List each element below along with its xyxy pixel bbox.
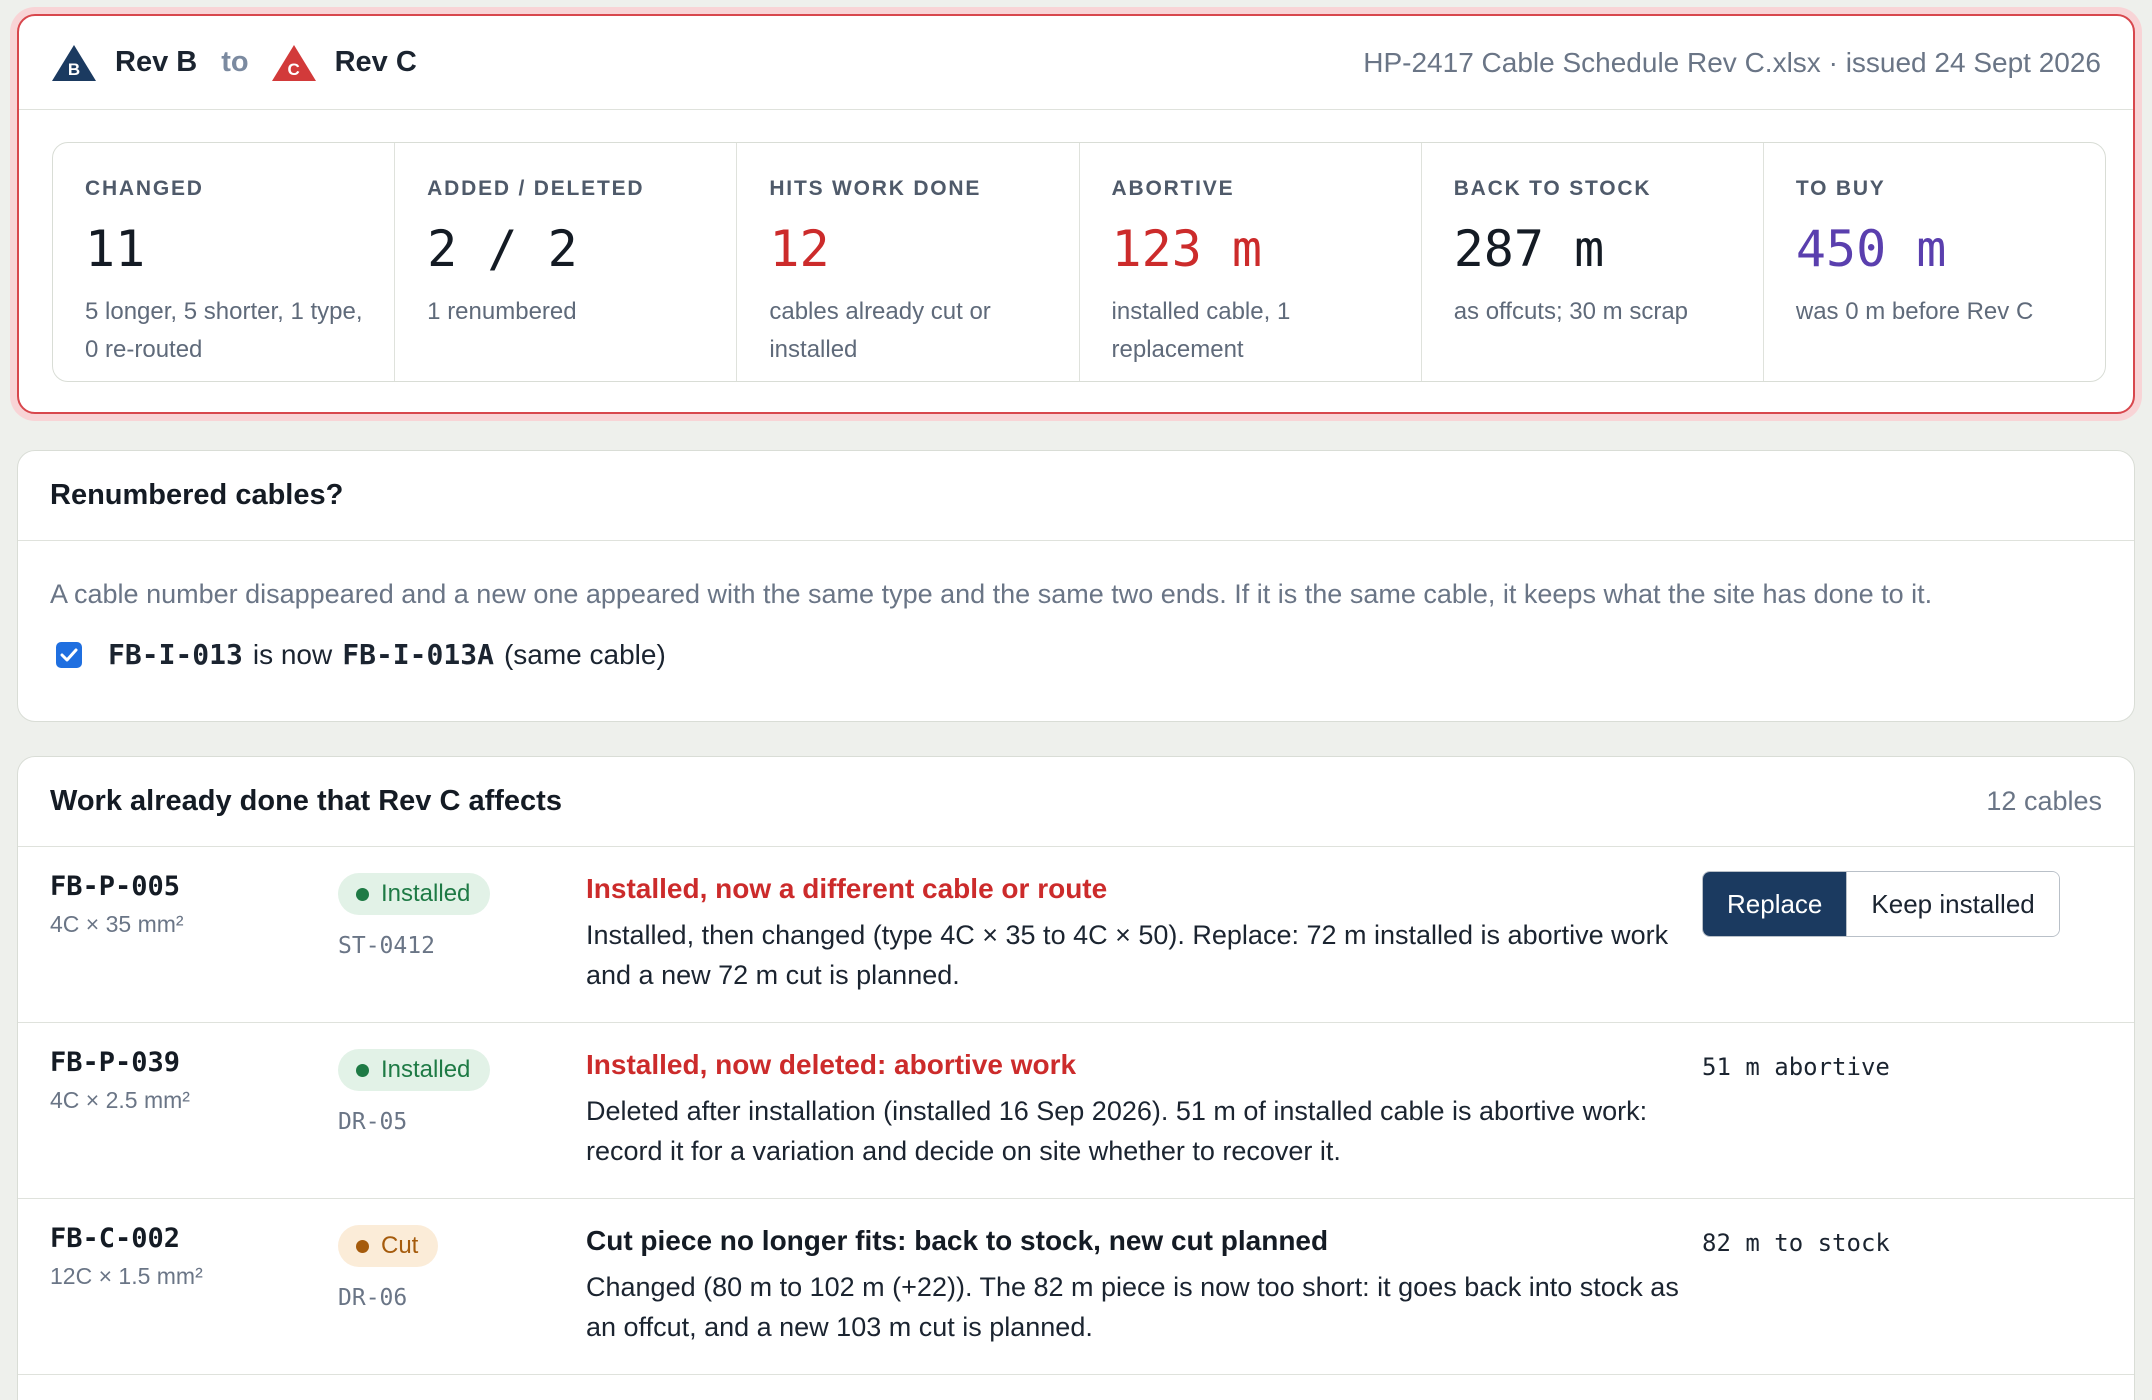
to-word: to (221, 46, 249, 78)
stat-value: 12 (769, 220, 830, 278)
keep-installed-button[interactable]: Keep installed (1846, 872, 2059, 936)
table-row: FB-C-002 12C × 1.5 mm² Cut DR-06 Cut pie… (18, 1199, 2134, 1375)
issue-title: Installed, now deleted: abortive work (586, 1049, 1077, 1080)
renumbered-description: A cable number disappeared and a new one… (50, 579, 1933, 609)
status-dot-icon (356, 1063, 369, 1077)
to-revision-label: Rev C (334, 46, 417, 78)
replace-button[interactable]: Replace (1703, 872, 1847, 936)
stat-label: Hits work done (769, 177, 982, 200)
stat-value: 2 / 2 (427, 220, 578, 278)
renumber-suffix: (same cable) (503, 638, 666, 670)
old-cable-id: FB-I-013 (108, 638, 243, 671)
stat-label: Added / Deleted (427, 177, 645, 200)
renumbered-title: Renumbered cables? (50, 479, 344, 511)
revision-header: B Rev B to C Rev C HP-2417 Cable Schedul… (19, 16, 2133, 110)
issue-description: Deleted after installation (installed 16… (586, 1096, 1648, 1166)
stat-label: To buy (1795, 177, 1886, 200)
abortive-length: 51 m abortive (1702, 1053, 1890, 1081)
table-row: FB-P-005 4C × 35 mm² Installed ST-0412 I… (18, 847, 2134, 1023)
cable-id: FB-P-039 (50, 1047, 181, 1078)
stat-value: 123 m (1111, 220, 1263, 278)
cable-id: FB-P-005 (50, 871, 181, 902)
status-badge: Cut (338, 1225, 439, 1267)
issue-title: Installed, now a different cable or rout… (586, 873, 1108, 904)
affected-work-card: Work already done that Rev C affects 12 … (17, 756, 2135, 1400)
affected-cable-count: 12 cables (1986, 786, 2102, 816)
stat-note: as offcuts; 30 m scrap (1453, 298, 1689, 325)
stat-value: 450 m (1795, 220, 1947, 278)
status-label: Installed (381, 1056, 471, 1083)
stat-label: Changed (85, 177, 204, 200)
stat-added-deleted: Added / Deleted 2 / 2 1 renumbered (395, 143, 738, 381)
stat-to-buy: To buy 450 m was 0 m before Rev C (1764, 143, 2105, 381)
status-dot-icon (356, 887, 369, 901)
rev-c-badge-letter: C (287, 59, 300, 79)
same-cable-checkbox[interactable] (56, 641, 82, 668)
affected-work-header: Work already done that Rev C affects 12 … (18, 757, 2134, 847)
renumber-item[interactable]: FB-I-013 is now FB-I-013A (same cable) (18, 610, 2134, 671)
stat-abortive: Abortive 123 m installed cable, 1 replac… (1080, 143, 1422, 381)
status-dot-icon (356, 1239, 369, 1253)
renumbered-cables-card: Renumbered cables? A cable number disapp… (17, 450, 2135, 722)
new-cable-id: FB-I-013A (342, 638, 494, 671)
revision-summary-card: B Rev B to C Rev C HP-2417 Cable Schedul… (17, 14, 2135, 414)
resolution-toggle: Replace Keep installed (1702, 871, 2060, 937)
location-code: ST-0412 (338, 933, 435, 959)
stat-changed: Changed 11 5 longer, 5 shorter, 1 type, … (53, 143, 396, 381)
stat-note: cables already cut or installed (769, 298, 991, 363)
stats-grid: Changed 11 5 longer, 5 shorter, 1 type, … (52, 142, 2106, 382)
rev-b-badge-icon: B (51, 43, 97, 83)
renumber-middle-text: is now (252, 638, 333, 670)
table-row: FB-P-039 4C × 2.5 mm² Installed DR-05 In… (18, 1023, 2134, 1199)
status-badge: Installed (338, 873, 491, 915)
stat-value: 287 m (1453, 220, 1605, 278)
stat-note: 5 longer, 5 shorter, 1 type, 0 re-routed (85, 298, 363, 363)
status-label: Installed (381, 880, 471, 907)
file-info: HP-2417 Cable Schedule Rev C.xlsx · issu… (1363, 46, 2101, 78)
affected-work-title: Work already done that Rev C affects (50, 785, 562, 817)
stat-back-to-stock: Back to stock 287 m as offcuts; 30 m scr… (1422, 143, 1764, 381)
stat-label: Back to stock (1453, 177, 1652, 200)
stock-length: 82 m to stock (1702, 1229, 1890, 1257)
stat-hits-work-done: Hits work done 12 cables already cut or … (737, 143, 1080, 381)
issue-description: Changed (80 m to 102 m (+22)). The 82 m … (586, 1272, 1679, 1342)
issue-title: Cut piece no longer fits: back to stock,… (586, 1225, 1329, 1256)
location-code: DR-06 (338, 1285, 408, 1311)
cable-type: 4C × 35 mm² (50, 911, 184, 937)
stat-value: 11 (85, 220, 146, 278)
cable-type: 12C × 1.5 mm² (50, 1263, 203, 1289)
status-badge: Installed (338, 1049, 491, 1091)
stat-note: 1 renumbered (427, 298, 577, 325)
stat-label: Abortive (1111, 177, 1235, 200)
rev-c-badge-icon: C (271, 43, 317, 83)
from-revision-label: Rev B (115, 46, 198, 78)
cable-id: FB-C-002 (50, 1223, 181, 1254)
stat-note: was 0 m before Rev C (1795, 298, 2034, 325)
checkmark-icon (60, 648, 78, 661)
renumbered-header: Renumbered cables? (18, 451, 2134, 541)
issue-description: Installed, then changed (type 4C × 35 to… (586, 920, 1669, 990)
rev-b-badge-letter: B (67, 59, 81, 79)
stat-note: installed cable, 1 replacement (1111, 298, 1291, 363)
cable-type: 4C × 2.5 mm² (50, 1087, 190, 1113)
status-label: Cut (381, 1232, 419, 1259)
location-code: DR-05 (338, 1109, 408, 1135)
